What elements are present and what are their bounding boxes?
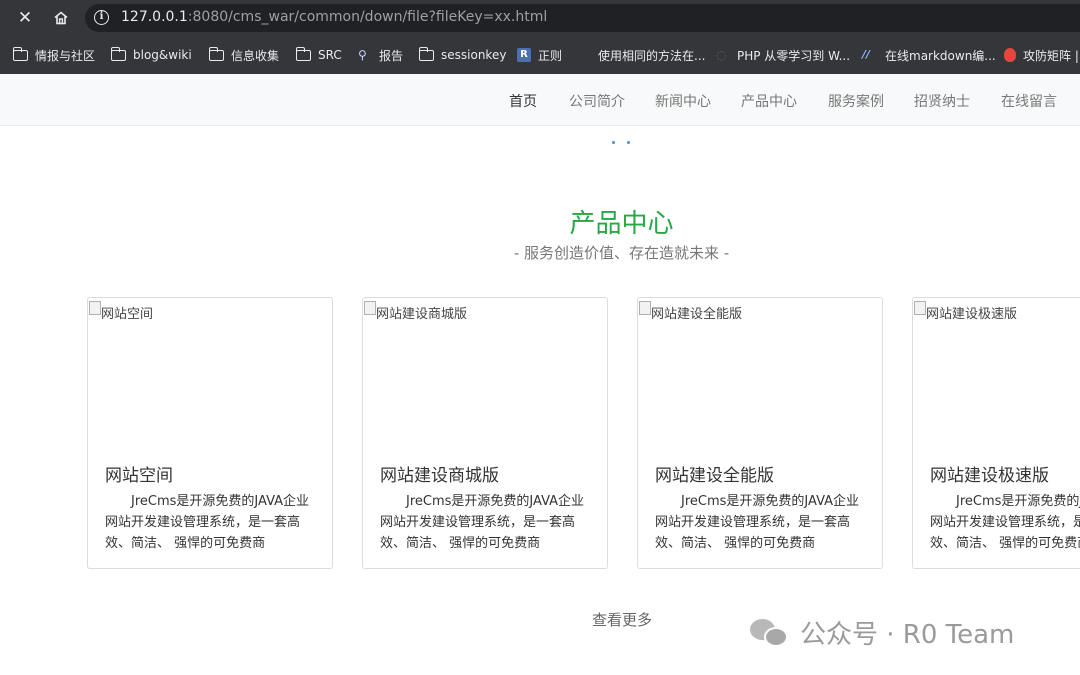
section-subtitle: - 服务创造价值、存在造就未来 - <box>513 244 730 262</box>
site-navbar: 首页 公司简介 新闻中心 产品中心 服务案例 招贤纳士 在线留言 <box>0 74 1080 126</box>
carousel-indicator <box>612 141 632 145</box>
product-card[interactable]: 网站建设全能版 网站建设全能版 JreCms是开源免费的JAVA企业网站开发建设… <box>637 297 883 569</box>
broken-image-icon <box>364 301 376 315</box>
bookmark-item[interactable]: 情报与社区 <box>12 46 96 64</box>
bookmark-item[interactable]: ⚲ 报告 <box>358 46 403 64</box>
view-more-link[interactable]: 查看更多 <box>592 609 652 630</box>
product-image[interactable]: 网站建设商城版 <box>363 298 607 448</box>
bookmark-item[interactable]: ◌ PHP 从零学习到 W... <box>716 46 850 64</box>
search-person-icon: ⚲ <box>358 48 367 62</box>
folder-icon <box>295 46 311 61</box>
product-card[interactable]: 网站建设极速版 网站建设极速版 JreCms是开源免费的JAVA企业网站开发建设… <box>912 297 1080 569</box>
fire-favicon-icon <box>1004 48 1016 62</box>
bookmarks-bar: 情报与社区 blog&wiki 信息收集 SRC ⚲ 报告 sessionkey … <box>0 38 1080 72</box>
bookmark-label: sessionkey <box>441 48 507 62</box>
folder-icon <box>110 46 126 61</box>
broken-image-icon <box>914 301 926 315</box>
bookmark-label: PHP 从零学习到 W... <box>737 48 851 63</box>
home-icon-svg <box>54 11 68 25</box>
bookmark-item[interactable]: 使用相同的方法在... <box>576 46 705 64</box>
bookmark-label: 情报与社区 <box>35 48 96 63</box>
bookmark-label: 正则 <box>538 48 563 63</box>
product-image[interactable]: 网站建设全能版 <box>638 298 882 448</box>
bookmark-label: 在线markdown编... <box>885 48 996 63</box>
nav-message[interactable]: 在线留言 <box>1001 91 1057 111</box>
broken-image-icon <box>639 301 651 315</box>
bookmark-label: 使用相同的方法在... <box>598 48 706 63</box>
product-description: JreCms是开源免费的JAVA企业网站开发建设管理系统，是一套高效、简洁、 强… <box>380 494 585 551</box>
nav-news[interactable]: 新闻中心 <box>655 91 711 111</box>
product-description: JreCms是开源免费的JAVA企业网站开发建设管理系统，是一套高效、简洁、 强… <box>105 494 310 551</box>
watermark-text: 公众号 · R0 Team <box>800 619 1015 650</box>
bookmark-item[interactable]: // 在线markdown编... <box>862 46 996 64</box>
address-bar[interactable]: i 127.0.0.1:8080/cms_war/common/down/fil… <box>85 4 1080 32</box>
bookmark-label: blog&wiki <box>133 48 192 62</box>
nav-products[interactable]: 产品中心 <box>741 91 797 111</box>
section-title: 产品中心 <box>569 209 674 239</box>
nav-cases[interactable]: 服务案例 <box>828 91 884 111</box>
product-card[interactable]: 网站建设商城版 网站建设商城版 JreCms是开源免费的JAVA企业网站开发建设… <box>362 297 608 569</box>
folder-icon <box>418 46 434 61</box>
markdown-favicon-icon: // <box>862 48 871 61</box>
bookmark-label: 信息收集 <box>231 48 280 63</box>
bookmark-item[interactable]: sessionkey <box>418 46 507 64</box>
product-image[interactable]: 网站空间 <box>88 298 332 448</box>
product-description: JreCms是开源免费的JAVA企业网站开发建设管理系统，是一套高效、简洁、 强… <box>930 494 1080 551</box>
medium-favicon-icon <box>576 48 591 63</box>
home-icon[interactable] <box>48 6 74 30</box>
bookmark-item[interactable]: R 正则 <box>517 46 562 64</box>
address-row: ✕ i 127.0.0.1:8080/cms_war/common/down/f… <box>0 0 1080 36</box>
wechat-icon <box>750 615 790 649</box>
product-card[interactable]: 网站空间 网站空间 JreCms是开源免费的JAVA企业网站开发建设管理系统，是… <box>87 297 333 569</box>
url-text: 127.0.0.1:8080/cms_war/common/down/file?… <box>121 9 547 25</box>
bookmark-item[interactable]: blog&wiki <box>110 46 192 64</box>
close-icon[interactable]: ✕ <box>12 6 38 30</box>
folder-icon <box>12 46 28 61</box>
url-path: :8080/cms_war/common/down/file?fileKey=x… <box>187 9 548 25</box>
folder-icon <box>208 46 224 61</box>
image-alt-text: 网站空间 <box>101 307 154 322</box>
product-description: JreCms是开源免费的JAVA企业网站开发建设管理系统，是一套高效、简洁、 强… <box>655 494 860 551</box>
product-image[interactable]: 网站建设极速版 <box>913 298 1080 448</box>
nav-about[interactable]: 公司简介 <box>569 91 625 111</box>
bookmark-item[interactable]: SRC <box>295 46 342 64</box>
product-title[interactable]: 网站建设全能版 <box>655 461 774 486</box>
bookmark-label: SRC <box>318 48 342 62</box>
nav-jobs[interactable]: 招贤纳士 <box>914 91 970 111</box>
broken-image-icon <box>89 301 101 315</box>
product-title[interactable]: 网站建设商城版 <box>380 461 499 486</box>
bookmark-label: 报告 <box>379 48 404 63</box>
url-host: 127.0.0.1 <box>121 9 188 25</box>
nav-home[interactable]: 首页 <box>509 91 537 111</box>
php-favicon-icon: ◌ <box>716 48 727 62</box>
browser-chrome: ✕ i 127.0.0.1:8080/cms_war/common/down/f… <box>0 0 1080 74</box>
image-alt-text: 网站建设极速版 <box>926 307 1018 322</box>
image-alt-text: 网站建设商城版 <box>376 307 468 322</box>
product-title[interactable]: 网站空间 <box>105 461 173 486</box>
r-favicon-icon: R <box>517 48 531 62</box>
watermark: 公众号 · R0 Team <box>750 615 1015 650</box>
image-alt-text: 网站建设全能版 <box>651 307 743 322</box>
bookmark-item[interactable]: 攻防矩阵 | <box>1004 46 1079 64</box>
bookmark-item[interactable]: 信息收集 <box>208 46 280 64</box>
site-info-icon[interactable]: i <box>94 10 109 25</box>
bookmark-label: 攻防矩阵 | <box>1023 48 1079 63</box>
product-title[interactable]: 网站建设极速版 <box>930 461 1049 486</box>
